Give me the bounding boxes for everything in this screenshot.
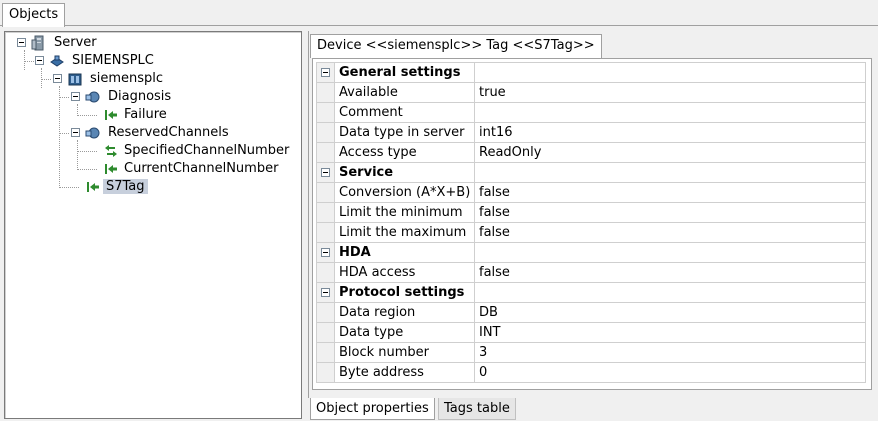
expander-siemensplc-device[interactable] <box>35 56 44 65</box>
tree-node-reservedchannels[interactable]: ReservedChannels <box>105 124 232 142</box>
tag-arrow-icon <box>103 161 119 177</box>
property-value[interactable]: ReadOnly <box>474 142 866 163</box>
property-row[interactable]: Data region DB <box>316 302 866 323</box>
property-value <box>474 282 866 303</box>
property-category-name: General settings <box>334 62 475 83</box>
property-name: Data region <box>334 302 475 323</box>
property-name: Conversion (A*X+B) <box>334 182 475 203</box>
property-category-row[interactable]: HDA <box>316 242 866 263</box>
property-value[interactable]: false <box>474 222 866 243</box>
device-icon <box>49 53 65 69</box>
property-row[interactable]: Block number 3 <box>316 342 866 363</box>
property-name: Limit the minimum <box>334 202 475 223</box>
property-row[interactable]: Available true <box>316 82 866 103</box>
expander-diagnosis[interactable] <box>71 92 80 101</box>
property-value[interactable]: 0 <box>474 362 866 383</box>
tag-arrow-icon <box>85 179 101 195</box>
property-row[interactable]: Conversion (A*X+B) false <box>316 182 866 203</box>
property-value[interactable]: false <box>474 202 866 223</box>
tab-objects[interactable]: Objects <box>2 3 66 27</box>
property-row[interactable]: Data type INT <box>316 322 866 343</box>
property-name: Data type in server <box>334 122 475 143</box>
property-category-row[interactable]: Service <box>316 162 866 183</box>
tab-object-properties[interactable]: Object properties <box>310 398 435 420</box>
property-name: Block number <box>334 342 475 363</box>
plc-icon <box>67 71 83 87</box>
property-category-name: HDA <box>334 242 475 263</box>
property-value <box>474 62 866 83</box>
property-name: Limit the maximum <box>334 222 475 243</box>
expander-siemensplc[interactable] <box>53 74 62 83</box>
property-value[interactable]: false <box>474 262 866 283</box>
property-category-name: Protocol settings <box>334 282 475 303</box>
collapse-icon[interactable] <box>316 62 335 83</box>
tree-node-server[interactable]: Server <box>51 34 100 52</box>
collapse-icon[interactable] <box>316 282 335 303</box>
property-row[interactable]: Limit the maximum false <box>316 222 866 243</box>
property-value[interactable]: false <box>474 182 866 203</box>
collapse-icon[interactable] <box>316 242 335 263</box>
property-value[interactable]: int16 <box>474 122 866 143</box>
tree-node-siemensplc-device[interactable]: SIEMENSPLC <box>69 52 157 70</box>
property-row[interactable]: Data type in server int16 <box>316 122 866 143</box>
property-value[interactable] <box>474 102 866 123</box>
tree-node-specifiedchannelnumber[interactable]: SpecifiedChannelNumber <box>121 142 292 160</box>
property-value[interactable]: INT <box>474 322 866 343</box>
group-icon <box>85 125 101 141</box>
expander-server[interactable] <box>17 38 26 47</box>
bottom-tab-strip: Object properties Tags table <box>308 398 878 421</box>
property-row[interactable]: Access type ReadOnly <box>316 142 866 163</box>
tree-node-failure[interactable]: Failure <box>121 106 170 124</box>
property-row[interactable]: Byte address 0 <box>316 362 866 383</box>
property-value <box>474 162 866 183</box>
property-row[interactable]: Limit the minimum false <box>316 202 866 223</box>
tree-node-currentchannelnumber[interactable]: CurrentChannelNumber <box>121 160 281 178</box>
expander-reservedchannels[interactable] <box>71 128 80 137</box>
tab-tags-table[interactable]: Tags table <box>438 398 516 420</box>
tree-node-s7tag[interactable]: S7Tag <box>103 178 148 196</box>
property-grid: General settings Available true Comment … <box>316 62 866 383</box>
property-row[interactable]: HDA access false <box>316 262 866 283</box>
property-name: Comment <box>334 102 475 123</box>
collapse-icon[interactable] <box>316 162 335 183</box>
property-name: Available <box>334 82 475 103</box>
property-category-name: Service <box>334 162 475 183</box>
property-name: Data type <box>334 322 475 343</box>
tree-node-siemensplc[interactable]: siemensplc <box>87 70 166 88</box>
property-value[interactable]: true <box>474 82 866 103</box>
property-category-row[interactable]: Protocol settings <box>316 282 866 303</box>
property-value <box>474 242 866 263</box>
tag-bidirectional-icon <box>103 143 119 159</box>
tab-device-tag[interactable]: Device <<siemensplc>> Tag <<S7Tag>> <box>310 34 602 58</box>
property-category-row[interactable]: General settings <box>316 62 866 83</box>
top-tab-strip <box>0 0 878 26</box>
tree-node-diagnosis[interactable]: Diagnosis <box>105 88 174 106</box>
server-icon <box>31 35 47 51</box>
property-value[interactable]: 3 <box>474 342 866 363</box>
property-value[interactable]: DB <box>474 302 866 323</box>
object-tree[interactable]: Server SIEMENSPLC siemensplc Diagnosis F… <box>4 31 302 419</box>
tag-arrow-icon <box>103 107 119 123</box>
group-icon <box>85 89 101 105</box>
property-name: Access type <box>334 142 475 163</box>
property-name: HDA access <box>334 262 475 283</box>
property-name: Byte address <box>334 362 475 383</box>
property-row[interactable]: Comment <box>316 102 866 123</box>
